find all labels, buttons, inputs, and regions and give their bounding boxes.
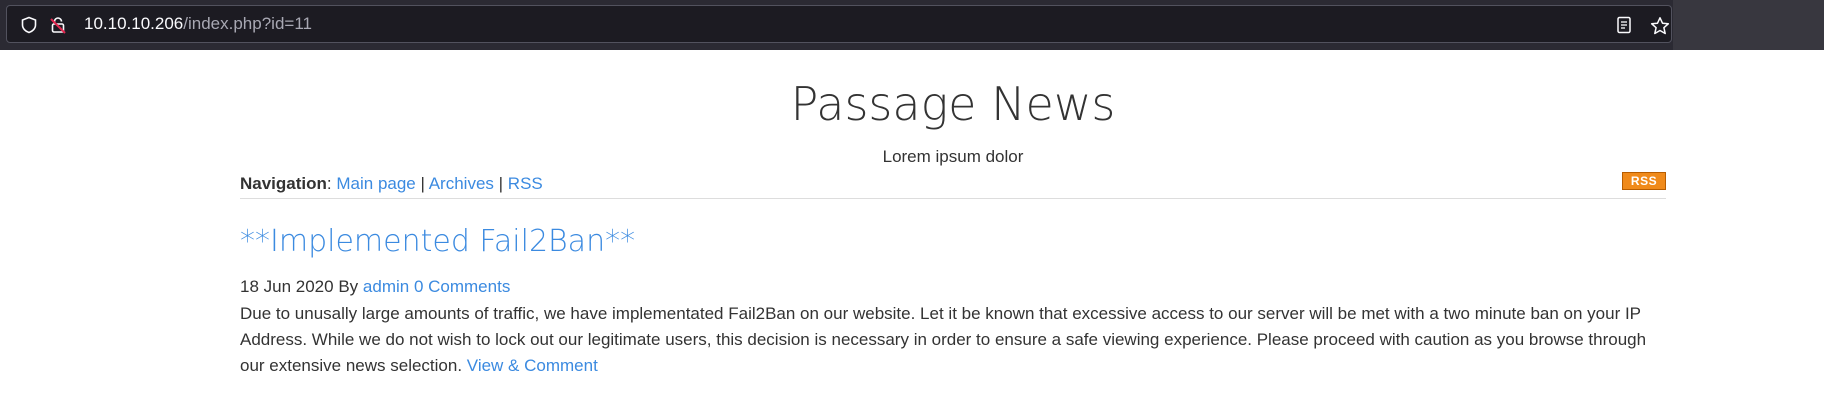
- nav-archives-link[interactable]: Archives: [429, 174, 494, 193]
- reader-view-icon[interactable]: [1615, 16, 1633, 34]
- view-comment-link[interactable]: View & Comment: [467, 356, 598, 375]
- nav-label: Navigation: [240, 174, 327, 193]
- shield-icon[interactable]: [20, 16, 38, 34]
- nav-separator: |: [498, 174, 504, 193]
- post-body-text: Due to unusally large amounts of traffic…: [240, 304, 1647, 375]
- post-comments-link[interactable]: 0 Comments: [414, 277, 510, 296]
- toolbar-empty-area: [1673, 0, 1824, 50]
- url-bar[interactable]: 10.10.10.206/index.php?id=11: [6, 5, 1672, 43]
- nav-separator: |: [420, 174, 425, 193]
- browser-toolbar: 10.10.10.206/index.php?id=11: [0, 0, 1824, 50]
- post-date: 18 Jun 2020: [240, 277, 334, 296]
- post-by: By: [338, 277, 359, 296]
- post-title-link[interactable]: **Implemented Fail2Ban**: [240, 222, 635, 262]
- insecure-lock-icon[interactable]: [49, 16, 67, 34]
- rss-feed-badge[interactable]: RSS: [1622, 172, 1666, 190]
- nav-colon: :: [326, 174, 332, 193]
- url-host: 10.10.10.206: [84, 14, 184, 33]
- nav-rss-link[interactable]: RSS: [508, 174, 543, 193]
- bookmark-star-icon[interactable]: [1650, 16, 1670, 35]
- site-title: Passage News: [790, 77, 1116, 131]
- url-path: /index.php?id=11: [183, 14, 312, 33]
- post-meta: 18 Jun 2020 By admin 0 Comments: [240, 274, 510, 300]
- site-subtitle: Lorem ipsum dolor: [882, 147, 1024, 166]
- post-author-link[interactable]: admin: [363, 277, 409, 296]
- url-text[interactable]: 10.10.10.206/index.php?id=11: [84, 6, 312, 42]
- post-body: Due to unusally large amounts of traffic…: [240, 301, 1666, 379]
- post-title-text[interactable]: **Implemented Fail2Ban**: [240, 224, 635, 259]
- navigation-bar: Navigation: Main page | Archives | RSS R…: [240, 172, 1666, 199]
- nav-main-page-link[interactable]: Main page: [336, 174, 415, 193]
